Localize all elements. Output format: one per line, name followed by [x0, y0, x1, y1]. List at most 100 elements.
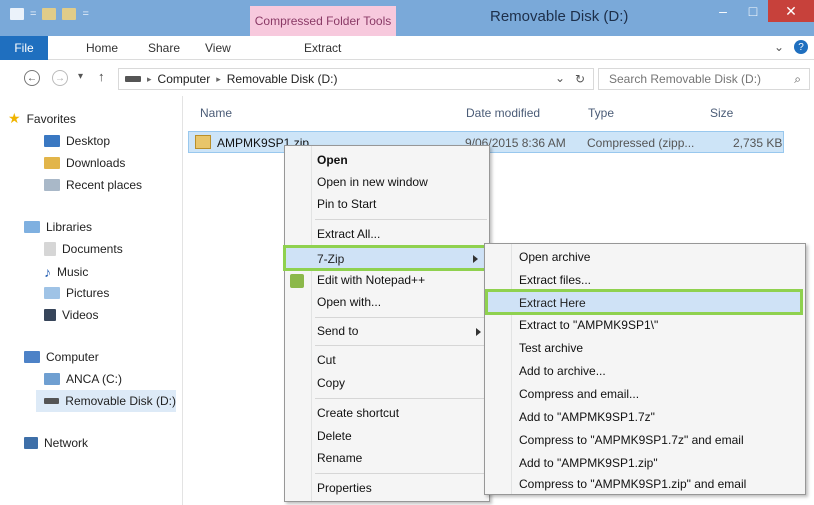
menu-gutter	[511, 244, 512, 494]
menu-open-with[interactable]: Open with...	[317, 295, 381, 309]
nav-label: Removable Disk (D:)	[65, 394, 176, 408]
nav-label: Libraries	[46, 220, 93, 234]
submenu-extract-files[interactable]: Extract files...	[519, 273, 591, 287]
nav-downloads[interactable]: Downloads	[44, 156, 125, 170]
context-menu: Open Open in new window Pin to Start Ext…	[283, 145, 490, 502]
breadcrumb-separator[interactable]: ▸	[216, 74, 221, 85]
nav-anca-c[interactable]: ANCA (C:)	[44, 372, 122, 386]
menu-open[interactable]: Open	[317, 153, 348, 167]
breadcrumb-computer[interactable]: Computer	[158, 72, 211, 86]
submenu-add-zip[interactable]: Add to "AMPMK9SP1.zip"	[519, 456, 658, 470]
menu-extract-all[interactable]: Extract All...	[317, 227, 380, 241]
menu-gutter	[311, 146, 312, 501]
menu-cut[interactable]: Cut	[317, 353, 336, 367]
address-input[interactable]: ▸ Computer ▸ Removable Disk (D:) ⌄ ↻	[118, 68, 594, 90]
nav-removable-disk[interactable]: Removable Disk (D:)	[36, 390, 176, 412]
submenu-open-archive[interactable]: Open archive	[519, 250, 590, 264]
menu-edit-notepad[interactable]: Edit with Notepad++	[317, 273, 425, 287]
nav-documents[interactable]: Documents	[44, 242, 123, 256]
properties-icon[interactable]	[42, 8, 57, 20]
nav-music[interactable]: ♪ Music	[44, 264, 88, 280]
maximize-button[interactable]: □	[738, 0, 768, 22]
recent-locations-dropdown[interactable]: ▾	[78, 71, 83, 82]
nav-label: Downloads	[66, 156, 126, 170]
file-size: 2,735 KB	[733, 136, 783, 150]
search-box[interactable]: ⌕	[598, 68, 810, 90]
menu-separator	[315, 398, 487, 399]
nav-pictures[interactable]: Pictures	[44, 286, 109, 300]
menu-copy[interactable]: Copy	[317, 376, 345, 390]
downloads-icon	[44, 157, 60, 169]
search-input[interactable]	[609, 72, 779, 86]
forward-button[interactable]: →	[52, 70, 68, 86]
qat-separator: =	[30, 8, 37, 20]
breadcrumb-removable-disk[interactable]: Removable Disk (D:)	[227, 72, 338, 86]
ribbon-tabs: File Home Share View Extract ⌄ ?	[0, 36, 814, 60]
column-type[interactable]: Type	[588, 106, 614, 120]
submenu-test-archive[interactable]: Test archive	[519, 341, 583, 355]
documents-icon	[44, 242, 56, 256]
tab-file[interactable]: File	[0, 36, 48, 60]
nav-desktop[interactable]: Desktop	[44, 134, 110, 148]
nav-label: Music	[57, 265, 89, 279]
submenu-extract-here[interactable]: Extract Here	[485, 289, 803, 315]
refresh-icon[interactable]: ↻	[575, 72, 585, 86]
computer-icon	[24, 351, 40, 363]
submenu-compress-7z-email[interactable]: Compress to "AMPMK9SP1.7z" and email	[519, 433, 744, 447]
nav-libraries[interactable]: Libraries	[24, 220, 92, 234]
submenu-extract-to[interactable]: Extract to "AMPMK9SP1\"	[519, 318, 658, 332]
menu-separator	[315, 219, 487, 220]
star-icon: ★	[8, 110, 21, 126]
menu-create-shortcut[interactable]: Create shortcut	[317, 406, 399, 420]
breadcrumb-separator[interactable]: ▸	[147, 74, 152, 85]
drive-icon	[10, 8, 24, 20]
column-date-modified[interactable]: Date modified	[466, 106, 540, 120]
new-folder-icon[interactable]	[62, 8, 77, 20]
submenu-arrow-icon	[476, 328, 481, 336]
menu-delete[interactable]: Delete	[317, 429, 352, 443]
quick-access-toolbar: = =	[10, 8, 89, 20]
nav-network[interactable]: Network	[24, 436, 88, 450]
submenu-add-to-archive[interactable]: Add to archive...	[519, 364, 606, 378]
window-controls: – □ ✕	[708, 0, 814, 22]
menu-separator	[315, 345, 487, 346]
menu-send-to[interactable]: Send to	[317, 324, 358, 338]
pane-divider[interactable]	[182, 96, 183, 505]
submenu-compress-zip-email[interactable]: Compress to "AMPMK9SP1.zip" and email	[519, 477, 746, 491]
column-size[interactable]: Size	[710, 106, 733, 120]
nav-label: Pictures	[66, 286, 110, 300]
menu-pin-to-start[interactable]: Pin to Start	[317, 197, 376, 211]
nav-label: Computer	[46, 350, 99, 364]
tab-view[interactable]: View	[205, 36, 231, 60]
qat-customize[interactable]: =	[82, 8, 88, 20]
window-title: Removable Disk (D:)	[490, 8, 629, 25]
tab-share[interactable]: Share	[148, 36, 180, 60]
menu-open-new-window[interactable]: Open in new window	[317, 175, 428, 189]
pictures-icon	[44, 287, 60, 299]
tab-extract[interactable]: Extract	[304, 36, 341, 60]
menu-properties[interactable]: Properties	[317, 481, 372, 495]
column-name[interactable]: Name	[200, 106, 232, 120]
menu-7zip[interactable]: 7-Zip	[283, 245, 489, 271]
close-button[interactable]: ✕	[768, 0, 814, 22]
search-icon[interactable]: ⌕	[794, 72, 801, 87]
help-icon[interactable]: ?	[794, 40, 808, 54]
expand-ribbon-icon[interactable]: ⌄	[774, 40, 784, 54]
menu-rename[interactable]: Rename	[317, 451, 362, 465]
submenu-compress-email[interactable]: Compress and email...	[519, 387, 639, 401]
up-button[interactable]: ↑	[98, 69, 105, 84]
7zip-submenu: Open archive Extract files... Extract He…	[484, 243, 806, 495]
nav-favorites[interactable]: ★ Favorites	[8, 110, 76, 127]
videos-icon	[44, 309, 56, 321]
nav-computer[interactable]: Computer	[24, 350, 99, 364]
navigation-pane: ★ Favorites Desktop Downloads Recent pla…	[0, 96, 182, 505]
address-history-dropdown[interactable]: ⌄	[555, 71, 565, 85]
tab-home[interactable]: Home	[86, 36, 118, 60]
minimize-button[interactable]: –	[708, 0, 738, 22]
compressed-folder-tools-tab[interactable]: Compressed Folder Tools	[250, 6, 396, 36]
submenu-add-7z[interactable]: Add to "AMPMK9SP1.7z"	[519, 410, 655, 424]
nav-recent-places[interactable]: Recent places	[44, 178, 142, 192]
back-button[interactable]: ←	[24, 70, 40, 86]
drive-icon	[125, 76, 141, 82]
nav-videos[interactable]: Videos	[44, 308, 98, 322]
